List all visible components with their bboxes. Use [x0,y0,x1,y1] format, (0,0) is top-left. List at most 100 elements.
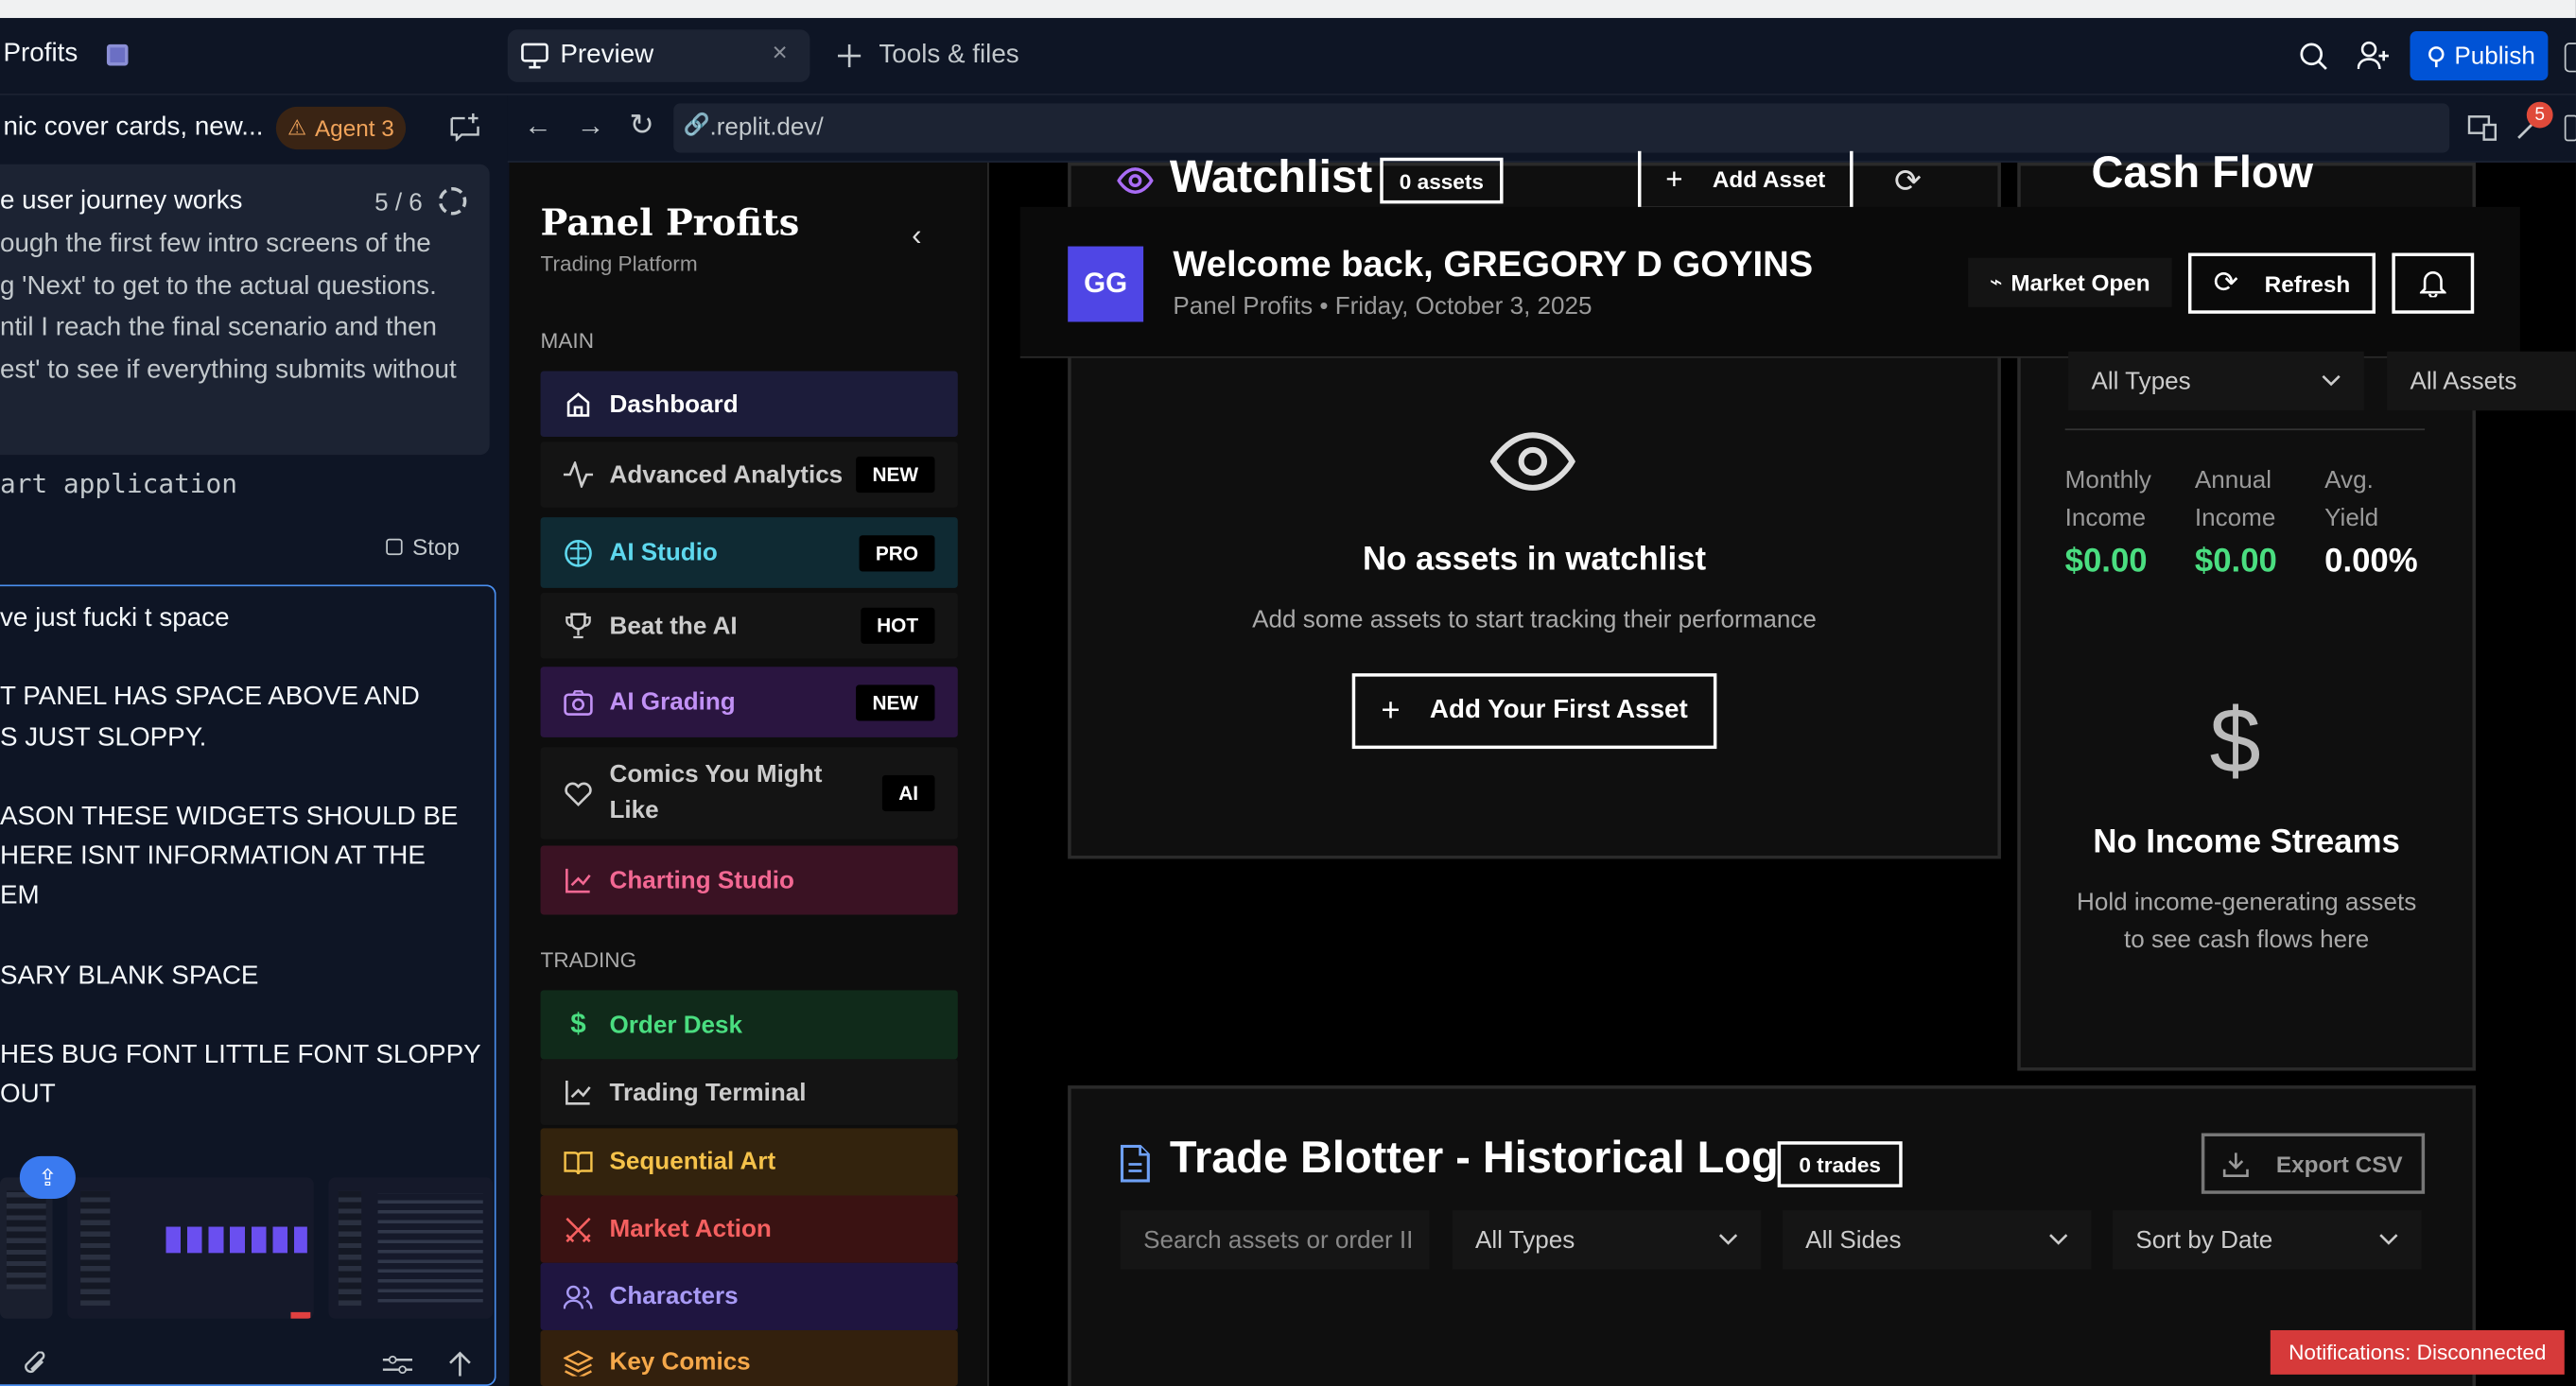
add-first-asset-button[interactable]: + Add Your First Asset [1351,673,1717,750]
notification-count-badge: 5 [2526,101,2553,129]
watchlist-empty-subtitle: Add some assets to start tracking their … [1252,605,1817,634]
chat-line: T PANEL HAS SPACE ABOVE AND [0,684,420,712]
bell-icon [2419,269,2446,298]
sidebar-item-charting-studio[interactable]: Charting Studio [540,845,958,915]
scroll-up-button[interactable]: ⇪ [19,1155,76,1200]
pro-badge: PRO [859,534,935,571]
sidebar-item-advanced-analytics[interactable]: Advanced Analytics NEW [540,442,958,508]
refresh-watchlist-icon[interactable]: ⟳ [1894,161,1922,201]
layout-icon[interactable] [2564,43,2576,73]
reload-icon[interactable]: ↻ [629,109,653,143]
heart-icon [564,778,593,807]
attach-icon[interactable] [23,1351,49,1378]
task-line: ntil I reach the final scenario and then [0,313,438,342]
collapse-sidebar-icon[interactable]: ‹ [912,218,921,252]
chat-line [0,917,493,957]
send-arrow-icon[interactable] [448,1350,471,1377]
sidebar-item-label: Comics You Might Like [609,760,823,824]
cashflow-type-select[interactable]: All Types [2068,351,2364,411]
arrow-up-icon: ⇪ [38,1163,58,1190]
swords-icon [564,1215,593,1244]
back-icon[interactable]: ← [524,110,552,143]
tab-preview-label: Preview [560,41,654,69]
camera-icon [564,687,593,717]
sidebar-item-comics-you-might-like[interactable]: Comics You Might Like AI [540,747,958,840]
section-main: MAIN [540,328,594,354]
trade-sort-value: Sort by Date [2135,1225,2273,1255]
ai-badge: AI [881,774,935,812]
notifications-button[interactable] [2392,252,2475,314]
url-field[interactable]: 🔗 .replit.dev/ [673,103,2450,153]
chevron-down-icon [2322,374,2341,388]
download-icon [2223,1151,2250,1177]
chat-text: ve just fucki t space T PANEL HAS SPACE … [0,599,493,1116]
new-chat-icon[interactable] [450,113,479,142]
market-status-badge: ⌁ Market Open [1968,257,2172,307]
chart-line-icon [564,865,593,894]
refresh-button[interactable]: ⟳ Refresh [2187,252,2376,314]
search-icon[interactable] [2300,43,2328,71]
settings-sliders-icon[interactable] [382,1353,413,1376]
stat-label: Yield [2324,504,2379,532]
sidebar-item-trading-terminal[interactable]: Trading Terminal [540,1059,958,1125]
expand-icon[interactable] [2564,114,2576,142]
sidebar-item-sequential-art[interactable]: Sequential Art [540,1128,958,1196]
agent-icon: ⚠ [287,114,307,140]
cashflow-empty-line: Hold income-generating assets [2077,888,2417,917]
task-progress: 5 / 6 [374,188,423,217]
cashflow-type-value: All Types [2091,367,2191,395]
forward-icon[interactable]: → [577,110,605,143]
sidebar-item-market-action[interactable]: Market Action [540,1195,958,1263]
sidebar-item-order-desk[interactable]: $ Order Desk [540,990,958,1060]
cashflow-empty-title: No Income Streams [2093,823,2400,861]
cashflow-asset-value: All Assets [2410,367,2517,395]
chat-line: HES BUG FONT LITTLE FONT SLOPPY [0,1041,481,1069]
attachment-thumbnail[interactable] [67,1177,314,1319]
sidebar-item-ai-studio[interactable]: AI Studio PRO [540,517,958,588]
devices-icon[interactable] [2467,115,2498,142]
search-orders-input[interactable]: Search assets or order II [1120,1210,1430,1270]
export-csv-label: Export CSV [2275,1150,2403,1177]
chat-line: S JUST SLOPPY. [0,723,207,752]
stop-button[interactable]: Stop [412,534,460,561]
add-asset-button[interactable]: + Add Asset [1637,150,1854,211]
refresh-icon: ⟳ [2213,266,2238,300]
trade-type-select[interactable]: All Types [1452,1210,1762,1270]
workspace-topbar: Profits Preview × Tools & files Publish [0,18,2576,95]
trophy-icon [564,611,593,640]
watchlist-count: 0 assets [1399,168,1484,194]
avatar[interactable]: GG [1068,246,1144,322]
sidebar-item-label: Beat the AI [609,612,738,640]
chevron-down-icon [2378,1233,2398,1246]
session-title: nic cover cards, new... [3,113,264,142]
file-text-icon [1119,1144,1152,1185]
chat-input[interactable]: ve just fucki t space T PANEL HAS SPACE … [0,584,496,1386]
chat-line: ve just fucki t space [0,604,230,632]
publish-button[interactable]: Publish [2410,31,2549,81]
tab-tools-files[interactable]: Tools & files [879,41,1018,70]
sidebar-item-key-comics[interactable]: Key Comics [540,1329,958,1386]
tab-preview[interactable]: Preview × [507,29,810,82]
sidebar-item-ai-grading[interactable]: AI Grading NEW [540,667,958,737]
export-csv-button[interactable]: Export CSV [2201,1133,2426,1194]
invite-user-icon[interactable] [2357,41,2391,70]
chevron-down-icon [2048,1233,2068,1246]
hot-badge: HOT [860,607,935,644]
new-badge: NEW [856,684,935,720]
attachment-thumbnail[interactable] [328,1177,494,1319]
sidebar-item-characters[interactable]: Characters [540,1262,958,1330]
cashflow-asset-select[interactable]: All Assets [2387,351,2576,411]
stat-value: $0.00 [2194,543,2277,580]
sidebar-item-beat-the-ai[interactable]: Beat the AI HOT [540,593,958,659]
trade-side-select[interactable]: All Sides [1782,1210,2092,1270]
sidebar-item-dashboard[interactable]: Dashboard [540,371,958,438]
stat-value: $0.00 [2064,543,2148,580]
project-color-icon [106,43,129,66]
stat-avg-yield: Avg. Yield 0.00% [2324,461,2418,581]
trade-sort-select[interactable]: Sort by Date [2113,1210,2422,1270]
plus-icon[interactable] [837,43,862,68]
close-tab-icon[interactable]: × [772,40,787,69]
agent-badge[interactable]: ⚠ Agent 3 [275,106,407,150]
publish-label: Publish [2454,42,2535,70]
welcome-header: GG Welcome back, GREGORY D GOYINS Panel … [1019,206,2520,358]
